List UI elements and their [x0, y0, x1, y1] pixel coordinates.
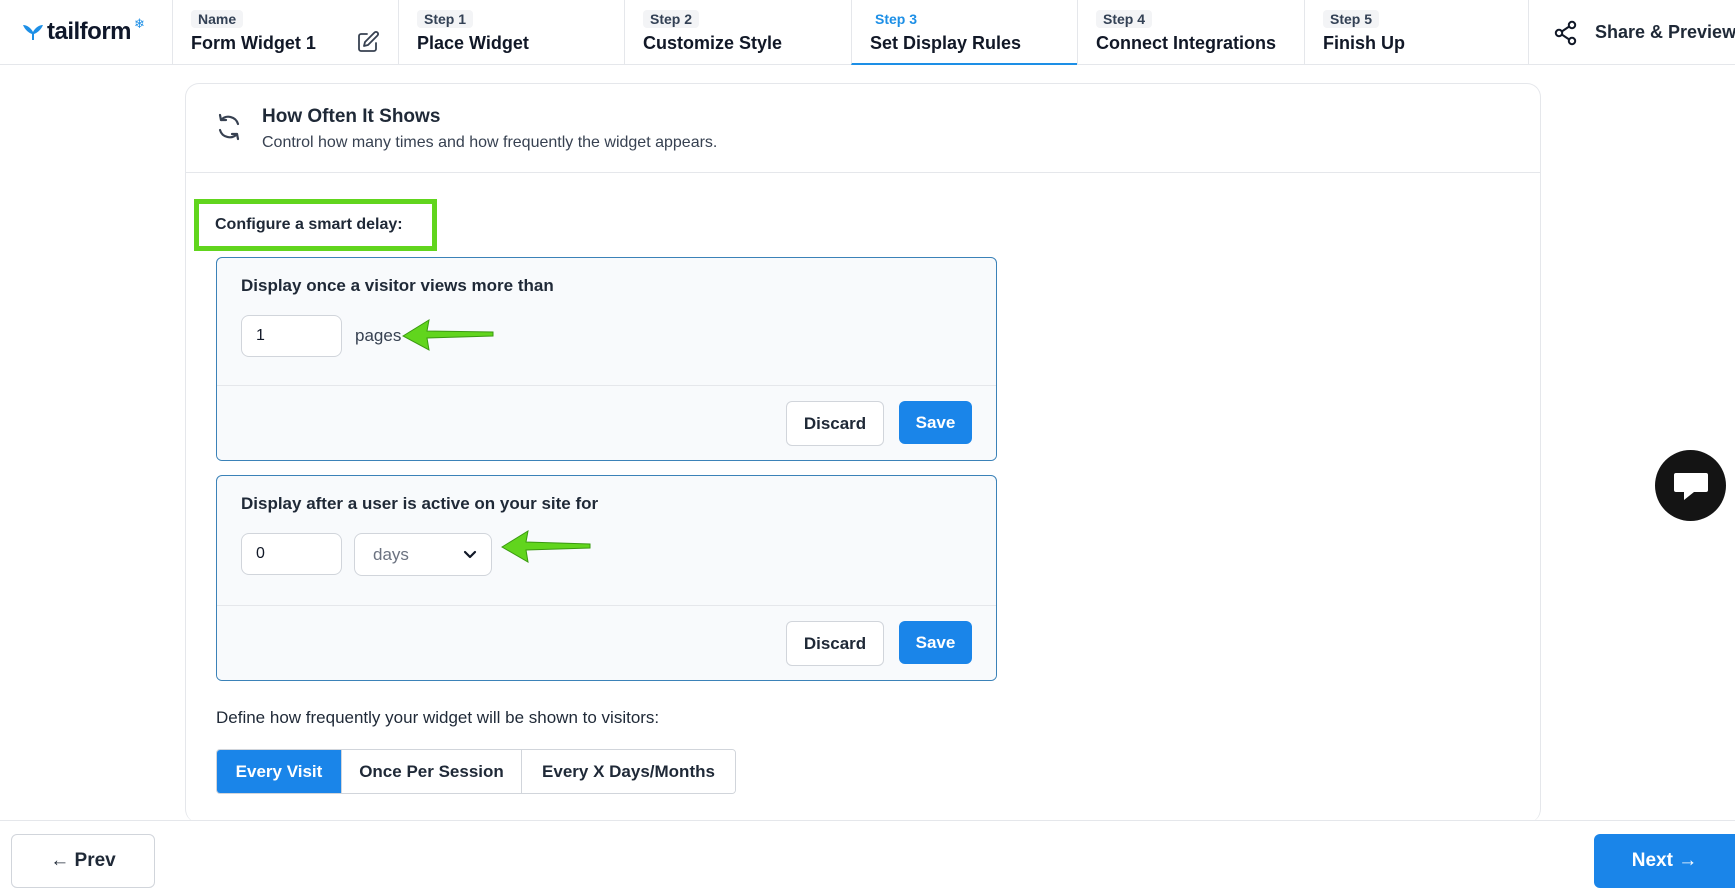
tab-step-5[interactable]: Step 5 Finish Up — [1304, 0, 1528, 65]
page-rule-actions: Discard Save — [217, 385, 996, 460]
top-header: tailform ❄ Name Form Widget 1 Step 1 Pla… — [0, 0, 1735, 65]
share-nodes-icon — [1554, 20, 1577, 45]
step-label: Set Display Rules — [870, 33, 1022, 53]
display-rules-card: How Often It Shows Control how many time… — [185, 83, 1541, 823]
time-rule-title: Display after a user is active on your s… — [241, 494, 599, 513]
widget-name-cell: Name Form Widget 1 — [172, 0, 398, 65]
chevron-down-icon — [463, 550, 477, 558]
step-label: Customize Style — [643, 33, 783, 53]
active-time-value: 0 — [256, 545, 265, 562]
pencil-edit-icon[interactable] — [356, 30, 380, 54]
step-number: Step 2 — [643, 10, 700, 28]
pages-unit-label: pages — [355, 326, 402, 345]
step-number: Step 1 — [417, 10, 474, 28]
frequency-label: Define how frequently your widget will b… — [216, 708, 660, 727]
step-number: Step 4 — [1096, 10, 1153, 28]
widget-name: Form Widget 1 — [191, 33, 316, 53]
whale-tail-icon — [23, 25, 43, 40]
chat-widget-button[interactable] — [1655, 450, 1726, 521]
tab-step-1[interactable]: Step 1 Place Widget — [398, 0, 624, 65]
step-label: Place Widget — [417, 33, 529, 53]
snowflake-icon: ❄ — [134, 16, 145, 31]
step-number: Step 5 — [1323, 10, 1380, 28]
frequency-every-visit[interactable]: Every Visit — [217, 750, 342, 793]
next-button[interactable]: Next → — [1594, 834, 1735, 888]
step-label: Finish Up — [1323, 33, 1405, 53]
name-label: Name — [191, 10, 244, 28]
time-rule-actions: Discard Save — [217, 605, 996, 680]
save-button[interactable]: Save — [899, 401, 972, 444]
tab-step-2[interactable]: Step 2 Customize Style — [624, 0, 851, 65]
refresh-icon — [218, 113, 240, 141]
discard-button[interactable]: Discard — [786, 401, 884, 446]
annotation-arrow-icon — [501, 529, 591, 563]
frequency-segmented-control: Every Visit Once Per Session Every X Day… — [216, 749, 736, 794]
step-label: Connect Integrations — [1096, 33, 1277, 53]
page-view-rule: Display once a visitor views more than 1… — [216, 257, 997, 461]
smart-delay-label: Configure a smart delay: — [194, 199, 437, 251]
active-time-rule: Display after a user is active on your s… — [216, 475, 997, 681]
tab-step-4[interactable]: Step 4 Connect Integrations — [1077, 0, 1304, 65]
page-count-input[interactable]: 1 — [241, 315, 342, 357]
save-button[interactable]: Save — [899, 621, 972, 664]
frequency-every-x-days[interactable]: Every X Days/Months — [522, 750, 735, 793]
page-rule-title: Display once a visitor views more than — [241, 276, 554, 295]
section-title: How Often It Shows — [262, 106, 441, 127]
bottom-nav: ← Prev Next → — [0, 820, 1735, 896]
logo[interactable]: tailform ❄ — [22, 16, 145, 46]
annotation-arrow-icon — [401, 318, 494, 351]
chat-bubble-icon — [1673, 472, 1708, 500]
step-number: Step 3 — [875, 11, 918, 27]
time-unit-value: days — [373, 544, 409, 564]
tab-step-3[interactable]: Step 3 Set Display Rules — [851, 0, 1077, 65]
active-time-input[interactable]: 0 — [241, 533, 342, 575]
share-preview-button[interactable]: Share & Preview — [1528, 0, 1735, 65]
logo-text: tailform — [47, 18, 132, 45]
section-subtitle: Control how many times and how frequentl… — [262, 134, 718, 151]
discard-button[interactable]: Discard — [786, 621, 884, 666]
frequency-once-per-session[interactable]: Once Per Session — [342, 750, 522, 793]
share-label: Share & Preview — [1595, 22, 1735, 42]
page-count-value: 1 — [256, 327, 265, 344]
prev-button[interactable]: ← Prev — [11, 834, 155, 888]
card-header: How Often It Shows Control how many time… — [186, 84, 1540, 173]
time-unit-select[interactable]: days — [354, 533, 492, 576]
